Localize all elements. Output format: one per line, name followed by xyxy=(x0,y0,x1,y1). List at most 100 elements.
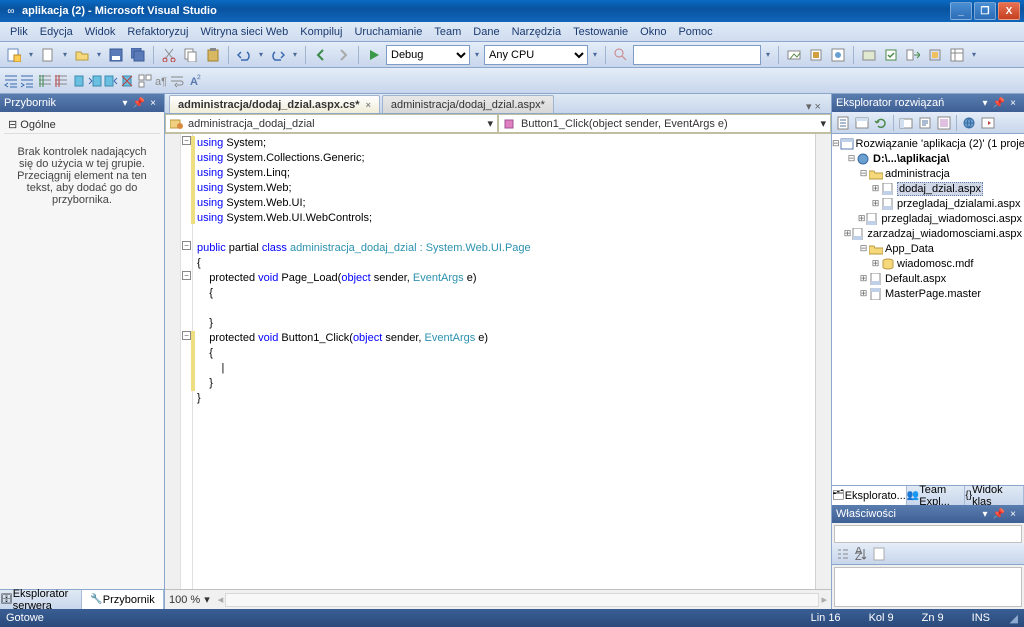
menu-narzedzia[interactable]: Narzędzia xyxy=(506,24,568,40)
alphabetical-icon[interactable]: AZ xyxy=(854,547,868,561)
comment-button[interactable] xyxy=(38,74,52,88)
asp-config-button[interactable] xyxy=(979,114,997,132)
config-dropdown-icon[interactable]: ▾ xyxy=(472,50,482,59)
tree-file-wiadomosc-mdf[interactable]: ⊞wiadomosc.mdf xyxy=(832,256,1024,271)
tab-team-explorer[interactable]: 👥 Team Expl... xyxy=(907,486,966,505)
indent-more-button[interactable] xyxy=(20,74,34,88)
start-button[interactable] xyxy=(364,45,384,65)
tb-extra-1[interactable] xyxy=(784,45,804,65)
horizontal-scrollbar[interactable] xyxy=(225,593,819,607)
new-file-dropdown-icon[interactable]: ▾ xyxy=(60,50,70,59)
nav-forward-button[interactable] xyxy=(333,45,353,65)
whitespace-button[interactable]: a¶ xyxy=(154,74,168,88)
panel-close-icon[interactable]: × xyxy=(146,98,160,109)
tree-folder-appdata[interactable]: ⊟App_Data xyxy=(832,241,1024,256)
new-project-button[interactable] xyxy=(4,45,24,65)
tabs-overflow-icon[interactable]: ▾ × xyxy=(800,100,827,113)
solution-tree[interactable]: ⊟Rozwiązanie 'aplikacja (2)' (1 projekt)… xyxy=(832,134,1024,485)
bookmark-toggle-button[interactable] xyxy=(72,74,86,88)
open-button[interactable] xyxy=(72,45,92,65)
nest-button[interactable] xyxy=(897,114,915,132)
menu-pomoc[interactable]: Pomoc xyxy=(672,24,718,40)
pin-icon[interactable]: ▾ xyxy=(978,509,992,520)
menu-dane[interactable]: Dane xyxy=(467,24,505,40)
copy-button[interactable] xyxy=(181,45,201,65)
tb-extra-3[interactable] xyxy=(828,45,848,65)
find-input[interactable] xyxy=(633,45,761,65)
tb-more-icon[interactable]: ▾ xyxy=(969,50,979,59)
menu-team[interactable]: Team xyxy=(428,24,467,40)
indent-less-button[interactable] xyxy=(4,74,18,88)
menu-kompiluj[interactable]: Kompiluj xyxy=(294,24,348,40)
view-code-button[interactable] xyxy=(916,114,934,132)
tree-folder-admin[interactable]: ⊟administracja xyxy=(832,166,1024,181)
bookmark-prev-button[interactable] xyxy=(88,74,102,88)
platform-combo[interactable]: Any CPU xyxy=(484,45,588,65)
autohide-icon[interactable]: 📌 xyxy=(992,509,1006,520)
panel-close-icon[interactable]: × xyxy=(1006,98,1020,109)
menu-edycja[interactable]: Edycja xyxy=(34,24,79,40)
fold-mark-icon[interactable]: − xyxy=(182,136,191,145)
code-content[interactable]: using System; using System.Collections.G… xyxy=(193,134,815,589)
config-combo[interactable]: Debug xyxy=(386,45,470,65)
open-dropdown-icon[interactable]: ▾ xyxy=(94,50,104,59)
categorized-icon[interactable] xyxy=(836,547,850,561)
properties-page-icon[interactable] xyxy=(872,547,886,561)
view-designer-button[interactable] xyxy=(935,114,953,132)
intellisense-button[interactable]: A² xyxy=(188,74,202,88)
autohide-icon[interactable]: 📌 xyxy=(132,98,146,109)
tree-file-dodaj-dzial[interactable]: ⊞dodaj_dzial.aspx xyxy=(832,181,1024,196)
platform-dropdown-icon[interactable]: ▾ xyxy=(590,50,600,59)
menu-uruchamianie[interactable]: Uruchamianie xyxy=(348,24,428,40)
new-dropdown-icon[interactable]: ▾ xyxy=(26,50,36,59)
menu-witryna[interactable]: Witryna sieci Web xyxy=(194,24,294,40)
close-button[interactable]: X xyxy=(998,2,1020,20)
minimize-button[interactable]: _ xyxy=(950,2,972,20)
uncomment-button[interactable] xyxy=(54,74,68,88)
redo-button[interactable] xyxy=(268,45,288,65)
menu-okno[interactable]: Okno xyxy=(634,24,672,40)
tb-extra-4[interactable] xyxy=(859,45,879,65)
tab-dodaj-dzial-cs[interactable]: administracja/dodaj_dzial.aspx.cs*× xyxy=(169,95,380,113)
code-editor[interactable]: − − − − using System; using System.Colle… xyxy=(165,134,831,589)
properties-grid[interactable] xyxy=(834,567,1022,607)
tb-extra-5[interactable] xyxy=(881,45,901,65)
tab-close-icon[interactable]: × xyxy=(366,100,371,110)
wrap-button[interactable] xyxy=(170,74,184,88)
zoom-value[interactable]: 100 % xyxy=(169,594,200,606)
save-all-button[interactable] xyxy=(128,45,148,65)
zoom-dropdown-icon[interactable]: ▾ xyxy=(204,593,210,606)
nav-back-button[interactable] xyxy=(311,45,331,65)
vertical-scrollbar[interactable] xyxy=(815,134,831,589)
undo-button[interactable] xyxy=(234,45,254,65)
tab-widok-klas[interactable]: {} Widok klas xyxy=(965,486,1024,505)
undo-dropdown-icon[interactable]: ▾ xyxy=(256,50,266,59)
tab-przybornik[interactable]: 🔧 Przybornik xyxy=(82,590,164,609)
tree-file-default[interactable]: ⊞Default.aspx xyxy=(832,271,1024,286)
tab-dodaj-dzial-aspx[interactable]: administracja/dodaj_dzial.aspx* xyxy=(382,95,554,113)
properties-button[interactable] xyxy=(834,114,852,132)
tb-extra-7[interactable] xyxy=(925,45,945,65)
fold-mark-icon[interactable]: − xyxy=(182,241,191,250)
autohide-icon[interactable]: 📌 xyxy=(992,98,1006,109)
h-scroll-left-icon[interactable]: ◂ xyxy=(218,593,224,606)
cut-button[interactable] xyxy=(159,45,179,65)
fold-mark-icon[interactable]: − xyxy=(182,331,191,340)
pin-icon[interactable]: ▾ xyxy=(118,98,132,109)
toolbox-group-header[interactable]: ⊟ Ogólne xyxy=(4,116,160,134)
show-all-button[interactable] xyxy=(853,114,871,132)
tb-extra-8[interactable] xyxy=(947,45,967,65)
tree-project[interactable]: ⊟D:\...\aplikacja\ xyxy=(832,151,1024,166)
bookmark-next-button[interactable] xyxy=(104,74,118,88)
maximize-button[interactable]: ❐ xyxy=(974,2,996,20)
redo-dropdown-icon[interactable]: ▾ xyxy=(290,50,300,59)
find-button[interactable] xyxy=(611,45,631,65)
tree-file-masterpage[interactable]: ⊞MasterPage.master xyxy=(832,286,1024,301)
menu-testowanie[interactable]: Testowanie xyxy=(567,24,634,40)
tree-solution[interactable]: ⊟Rozwiązanie 'aplikacja (2)' (1 projekt) xyxy=(832,136,1024,151)
panel-close-icon[interactable]: × xyxy=(1006,509,1020,520)
type-combo[interactable]: administracja_dodaj_dzial▾ xyxy=(165,114,498,133)
tree-file-zarzadzaj-wiadomosciami[interactable]: ⊞zarzadzaj_wiadomosciami.aspx xyxy=(832,226,1024,241)
menu-refaktoryzuj[interactable]: Refaktoryzuj xyxy=(121,24,194,40)
outline-button[interactable] xyxy=(138,74,152,88)
